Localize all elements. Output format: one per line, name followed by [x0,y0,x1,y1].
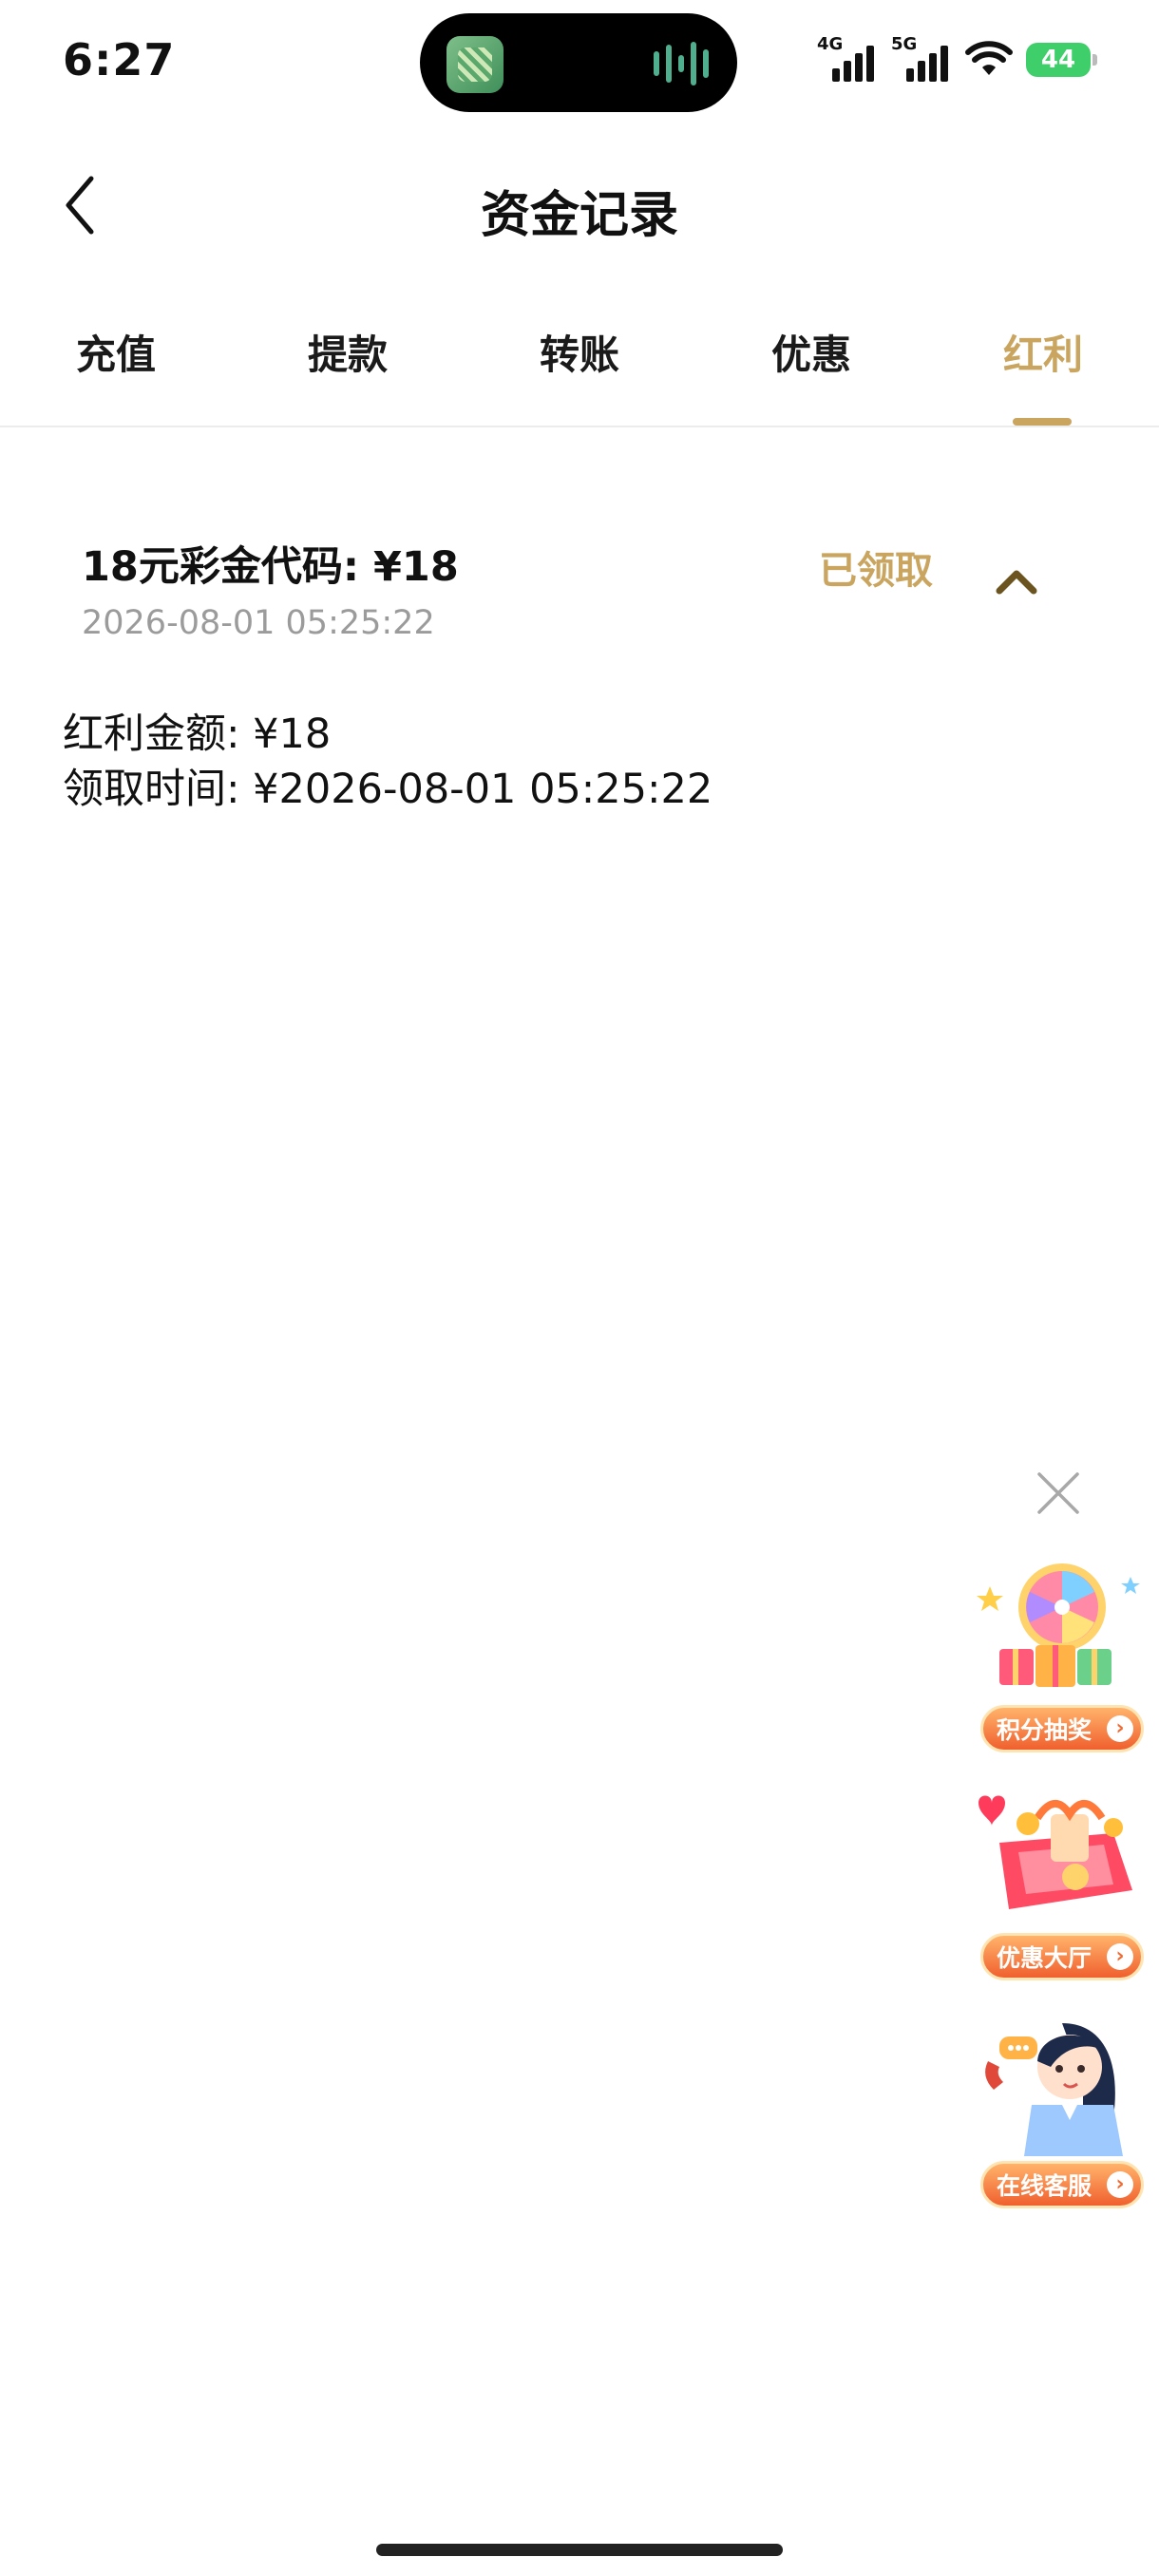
promo-label: 优惠大厅 [997,1944,1092,1972]
chevron-right-icon: › [1107,1943,1133,1970]
gift-box-icon [978,1795,1132,1909]
dynamic-island [420,13,737,112]
battery-icon: 44 [1026,43,1097,77]
home-indicator[interactable] [376,2544,783,2556]
record-time: 2026-08-01 05:25:22 [82,604,435,642]
battery-level: 44 [1040,46,1076,74]
tab-transfer[interactable]: 转账 [484,323,674,381]
cellular-signal-icon: 4G [817,34,878,82]
tab-withdraw[interactable]: 提款 [253,323,443,381]
promo-hall-button[interactable]: 优惠大厅 › [961,1786,1157,1985]
app-icon [446,36,504,93]
tab-bar: 充值 提款 转账 优惠 红利 [0,323,1159,427]
status-badge: 已领取 [819,549,933,593]
audio-wave-icon [654,42,709,85]
lucky-draw-label: 积分抽奖 › [980,1705,1144,1752]
divider [0,426,1159,427]
customer-service-icon [985,2023,1123,2156]
promo-label: 积分抽奖 [997,1716,1092,1744]
cellular-signal-icon: 5G [891,34,952,82]
prize-wheel-icon [977,1563,1140,1687]
bonus-amount: 红利金额: ¥18 [63,710,332,758]
status-icons: 4G 5G 44 [817,34,1097,82]
chevron-right-icon: › [1107,2171,1133,2198]
active-tab-indicator [1013,418,1072,426]
online-support-label: 在线客服 › [980,2161,1144,2208]
status-time: 6:27 [63,34,176,85]
promo-hall-label: 优惠大厅 › [980,1933,1144,1980]
wifi-icon [965,41,1013,75]
collapse-toggle[interactable] [992,562,1041,600]
tab-recharge[interactable]: 充值 [21,323,211,381]
chevron-up-icon [996,570,1037,595]
page-title: 资金记录 [480,187,678,244]
chevron-right-icon: › [1107,1715,1133,1742]
claim-time: 领取时间: ¥2026-08-01 05:25:22 [63,766,713,813]
close-icon [1037,1472,1079,1514]
lucky-draw-button[interactable]: 积分抽奖 › [961,1558,1157,1757]
online-support-button[interactable]: 在线客服 › [961,2014,1157,2213]
promo-label: 在线客服 [997,2172,1092,2200]
tab-promotion[interactable]: 优惠 [716,323,906,381]
close-floating-button[interactable] [1036,1470,1081,1516]
tab-bonus[interactable]: 红利 [948,323,1138,381]
record-title: 18元彩金代码: ¥18 [82,543,459,591]
